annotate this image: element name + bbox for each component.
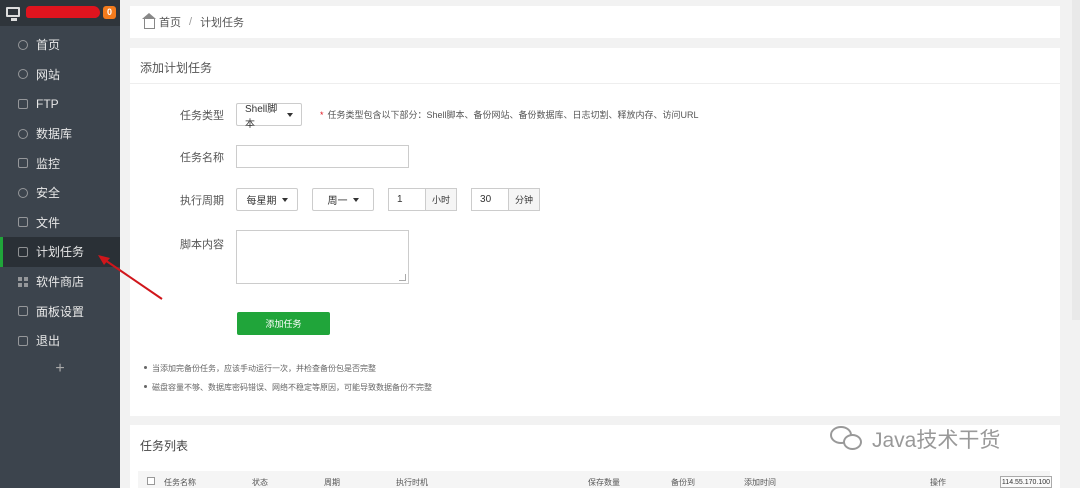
breadcrumb-current: 计划任务 [200, 17, 245, 29]
folder-icon [18, 217, 28, 228]
sidebar-item-security[interactable]: 安全 [0, 178, 120, 208]
sidebar-item-files[interactable]: 文件 [0, 208, 120, 238]
tip-item: 磁盘容量不够、数据库密码错误、网络不稳定等原因，可能导致数据备份不完整 [144, 382, 432, 393]
wechat-icon [830, 426, 864, 452]
add-menu-button[interactable]: + [0, 360, 120, 378]
sidebar-item-label: 首页 [36, 38, 61, 53]
col-add-time: 添加时间 [744, 478, 776, 487]
annotation-arrow [98, 255, 163, 300]
tips-list: 当添加完备份任务，应该手动运行一次，并检查备份包是否完整 磁盘容量不够、数据库密… [144, 363, 432, 401]
watermark-text: Java技术干货 [872, 429, 1001, 452]
calendar-icon [18, 246, 28, 257]
tip-item: 当添加完备份任务，应该手动运行一次，并检查备份包是否完整 [144, 363, 432, 374]
panel-title: 添加计划任务 [130, 48, 1060, 84]
period-select[interactable]: 每星期 [236, 188, 298, 211]
sidebar-item-logout[interactable]: 退出 [0, 326, 120, 356]
hour-unit: 小时 [426, 188, 458, 211]
period-row: 执行周期 每星期 周一 1 小时 30 分钟 [140, 188, 541, 211]
task-table-header: 任务名称 状态 周期 执行时机 保存数量 备份到 添加时间 操作 [138, 471, 1050, 488]
weekday-value: 周一 [327, 196, 348, 207]
add-task-panel: 添加计划任务 任务类型 Shell脚本 * 任务类型包含以下部分：Shell脚本、… [130, 48, 1060, 416]
select-all-checkbox[interactable] [147, 477, 155, 485]
script-row: 脚本内容 [140, 230, 409, 284]
sidebar-item-label: 计划任务 [36, 245, 85, 260]
task-name-row: 任务名称 [140, 145, 409, 168]
sidebar-item-label: 数据库 [36, 127, 73, 142]
globe-icon [18, 69, 28, 80]
breadcrumb-home[interactable]: 首页 [159, 14, 181, 30]
breadcrumb: 首页 / 计划任务 [130, 6, 1060, 38]
col-keep-count: 保存数量 [588, 478, 620, 487]
add-task-button[interactable]: 添加任务 [237, 312, 330, 335]
caret-down-icon [281, 197, 288, 202]
server-ip-tag: 114.55.170.100 [1000, 476, 1052, 488]
col-actions: 操作 [930, 478, 946, 487]
sidebar-item-label: 面板设置 [36, 304, 85, 319]
server-icon [6, 7, 20, 21]
redacted-hostname [26, 6, 100, 18]
col-status: 状态 [252, 478, 268, 487]
sidebar-item-website[interactable]: 网站 [0, 60, 120, 90]
watermark: Java技术干货 [830, 424, 1000, 454]
task-type-label: 任务类型 [180, 109, 224, 122]
monitor-icon [18, 158, 28, 169]
task-name-input[interactable] [236, 145, 409, 168]
task-list-title: 任务列表 [140, 439, 189, 453]
task-type-value: Shell脚本 [245, 103, 278, 130]
settings-icon [18, 306, 28, 317]
task-type-select[interactable]: Shell脚本 [236, 103, 302, 130]
sidebar-item-ftp[interactable]: FTP [0, 89, 120, 119]
sidebar-item-label: 退出 [36, 334, 61, 349]
caret-down-icon [287, 112, 293, 117]
task-type-hint: * 任务类型包含以下部分：Shell脚本、备份网站、备份数据库、日志切割、释放内存… [320, 108, 699, 121]
weekday-select[interactable]: 周一 [312, 188, 374, 211]
required-star: * [320, 110, 324, 120]
notification-badge[interactable]: 0 [103, 6, 116, 19]
home-icon[interactable] [142, 13, 156, 29]
task-name-label: 任务名称 [180, 151, 224, 164]
sidebar-item-label: 监控 [36, 156, 61, 171]
task-type-row: 任务类型 Shell脚本 * 任务类型包含以下部分：Shell脚本、备份网站、备份… [140, 103, 699, 130]
minute-unit: 分钟 [509, 188, 541, 211]
minute-input[interactable]: 30 [471, 188, 510, 211]
scrollbar[interactable] [1072, 0, 1080, 320]
sidebar-item-label: FTP [36, 96, 59, 111]
hour-input[interactable]: 1 [388, 188, 426, 211]
grid-icon [18, 276, 28, 287]
shield-icon [18, 187, 28, 198]
col-exec-time: 执行时机 [396, 478, 428, 487]
ftp-icon [18, 98, 28, 109]
home-icon [18, 39, 28, 50]
sidebar-item-home[interactable]: 首页 [0, 30, 120, 60]
sidebar-item-label: 安全 [36, 186, 61, 201]
col-backup-to: 备份到 [671, 478, 695, 487]
col-name: 任务名称 [164, 478, 196, 487]
database-icon [18, 128, 28, 139]
col-period: 周期 [324, 478, 340, 487]
sidebar-menu: 首页 网站 FTP 数据库 监控 安全 文件 计划任务 软件商店 面板设置 退出 [0, 30, 120, 356]
caret-down-icon [352, 197, 359, 202]
logout-icon [18, 335, 28, 346]
sidebar-item-database[interactable]: 数据库 [0, 119, 120, 149]
period-value: 每星期 [246, 196, 277, 207]
sidebar-item-label: 软件商店 [36, 275, 85, 290]
period-label: 执行周期 [180, 194, 224, 207]
sidebar-item-monitor[interactable]: 监控 [0, 148, 120, 178]
sidebar-item-label: 文件 [36, 215, 61, 230]
task-type-hint-text: 任务类型包含以下部分：Shell脚本、备份网站、备份数据库、日志切割、释放内存、… [327, 110, 699, 120]
script-label: 脚本内容 [180, 239, 224, 251]
sidebar-header: 0 [0, 0, 120, 26]
sidebar: 0 首页 网站 FTP 数据库 监控 安全 文件 计划任务 软件商店 面板设置 … [0, 0, 120, 488]
script-textarea[interactable] [236, 230, 409, 284]
breadcrumb-separator: / [189, 16, 193, 28]
sidebar-item-label: 网站 [36, 67, 61, 82]
